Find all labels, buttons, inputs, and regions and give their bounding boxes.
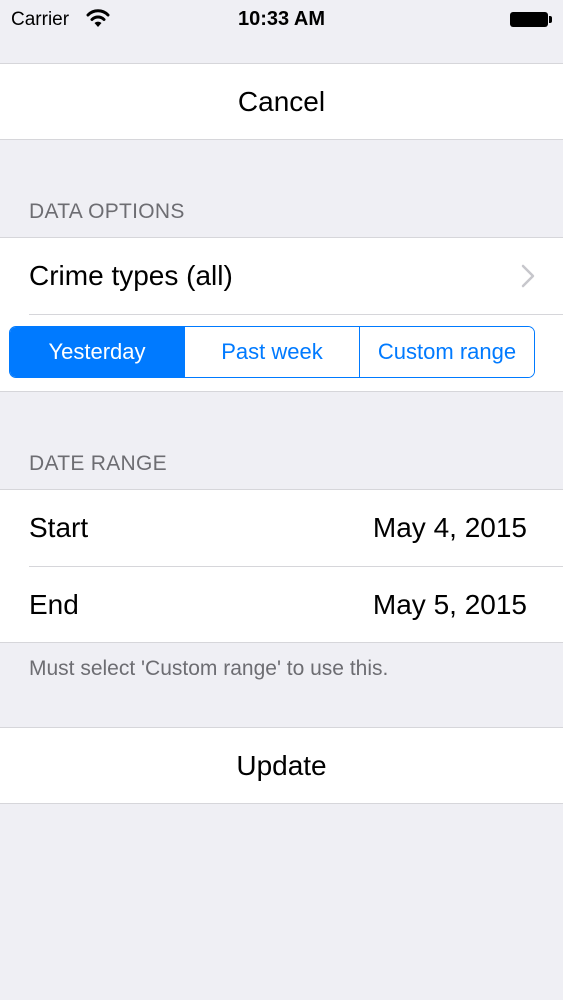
end-value: May 5, 2015 [372,589,527,620]
date-range-footer: Must select 'Custom range' to use this. [29,657,389,680]
cancel-label: Cancel [237,85,326,117]
end-label: End [29,589,79,620]
update-label: Update [236,749,327,781]
crime-types-row[interactable]: Crime types (all) [0,238,563,314]
segment-yesterday[interactable]: Yesterday [10,327,184,377]
segment-custom-range[interactable]: Custom range [359,327,534,377]
start-date-row[interactable]: Start May 4, 2015 [0,490,563,566]
start-value: May 4, 2015 [372,512,527,543]
start-label: Start [29,512,89,543]
chevron-right-icon [521,264,535,288]
battery-tip [549,16,552,23]
crime-types-label: Crime types (all) [29,260,233,291]
cancel-button[interactable]: Cancel [0,63,563,140]
date-preset-segmented-control: Yesterday Past week Custom range [9,326,535,378]
row-separator [29,314,563,315]
date-range-header: DATE RANGE [29,452,167,475]
battery-icon [510,12,548,27]
update-button[interactable]: Update [0,727,563,804]
end-date-row[interactable]: End May 5, 2015 [0,567,563,643]
data-options-header: DATA OPTIONS [29,200,185,223]
status-bar: Carrier 10:33 AM [0,0,563,40]
date-range-group: Start May 4, 2015 End May 5, 2015 [0,489,563,643]
status-time: 10:33 AM [237,8,326,30]
segment-past-week[interactable]: Past week [184,327,359,377]
